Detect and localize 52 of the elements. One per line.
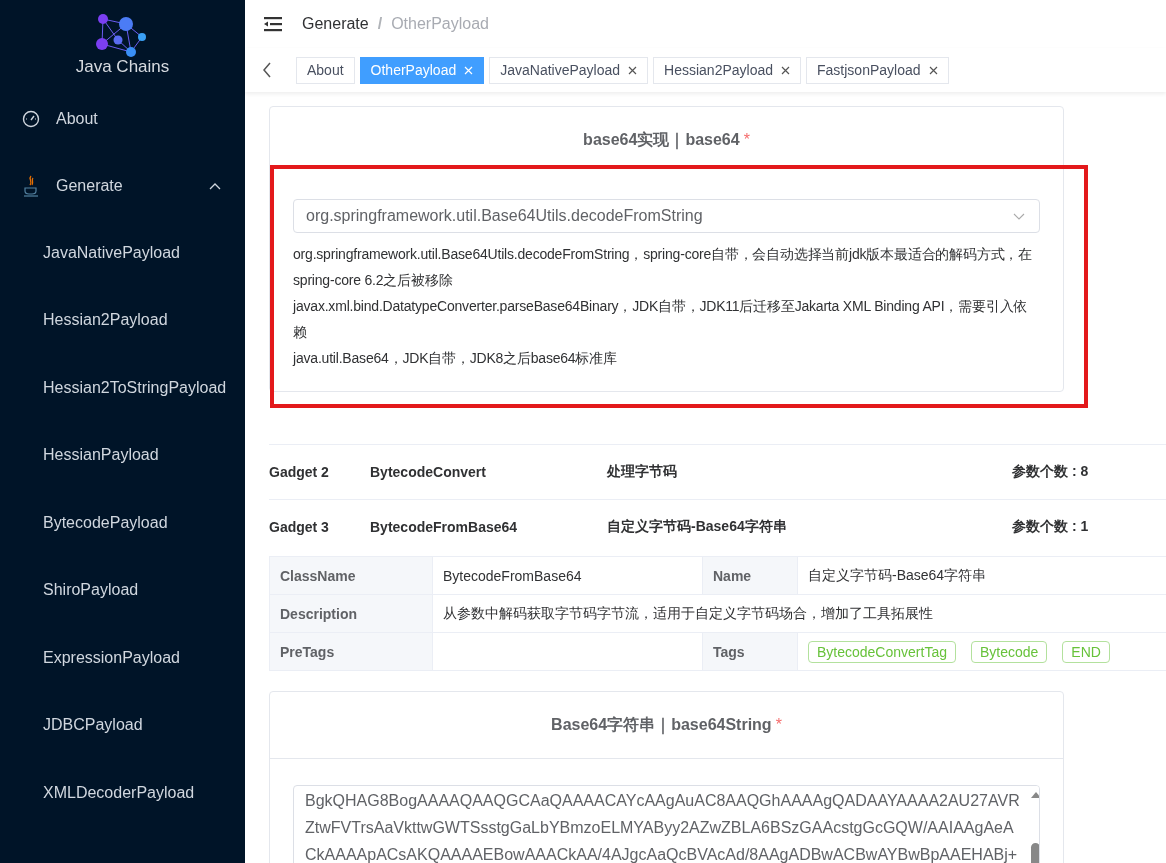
table-cell: 从参数中解码获取字节码字节流，适用于自定义字节码场合，增加了工具拓展性 [432,595,1166,632]
parameter-count: 参数个数 : 1 [1012,518,1089,536]
breadcrumb-item: OtherPayload [391,15,489,33]
tab[interactable]: JavaNativePayload [489,56,649,84]
sidebar-item[interactable]: ExpressionPayload [0,624,245,692]
gadget-name: BytecodeConvert [370,464,487,480]
close-icon[interactable] [781,65,791,75]
table-label-cell: PreTags [269,633,432,670]
tab[interactable]: Hessian2Payload [653,56,802,84]
table-label-cell: Description [269,595,432,632]
breadcrumb-separator: / [377,15,383,33]
table-cell: 自定义字节码-Base64字符串 [797,557,1166,594]
sidebar-item[interactable]: Hessian2Payload [0,286,245,354]
tag: Bytecode [970,640,1048,663]
breadcrumb-item[interactable]: Generate [302,15,369,33]
tag: BytecodeConvertTag [808,640,956,663]
sidebar-item[interactable]: About [0,85,245,152]
sidebar-item[interactable]: JavaNativePayload [0,219,245,287]
tag: END [1062,640,1110,663]
table-label-cell: Name [702,557,797,594]
gadget-description: 处理字节码 [607,463,678,481]
card-title: Base64字符串｜base64String [551,714,772,736]
sidebar-item[interactable]: Hessian2ToStringPayload [0,354,245,422]
up-arrow-icon[interactable] [1029,791,1039,799]
app-title: Java Chains [75,57,170,77]
gadget-description: 自定义字节码-Base64字符串 [607,518,788,536]
menu-icon[interactable] [264,16,282,32]
sidebar-group[interactable]: Generate [0,152,245,219]
sidebar-item[interactable]: JDBCPayload [0,691,245,759]
close-icon[interactable] [928,65,938,75]
sidebar-item[interactable]: ShiroPayload [0,556,245,624]
chevron-icon [1013,212,1025,220]
card-title: base64实现｜base64 [583,129,740,151]
chevron-icon [209,181,221,190]
sidebar-item[interactable]: XMLDecoderPayload [0,759,245,827]
gadget-name: BytecodeFromBase64 [370,519,519,535]
gadget-label: Gadget 3 [269,519,330,535]
help-text: java.util.Base64，JDK自带，JDK8之后base64标准库 [293,349,618,368]
gauge-icon [22,109,40,128]
close-icon[interactable] [628,65,638,75]
tab[interactable]: FastjsonPayload [806,56,949,84]
sidebar-item[interactable]: HessianPayload [0,421,245,489]
required-mark: * [743,131,750,149]
table-label-cell: Tags [702,633,797,670]
sidebar-item[interactable]: BytecodePayload [0,489,245,557]
required-mark: * [775,716,782,734]
select-field[interactable]: org.springframework.util.Base64Utils.decodeFromString [293,199,1040,233]
table-label-cell: ClassName [269,557,432,594]
parameter-count: 参数个数 : 8 [1012,463,1089,481]
tab[interactable]: About [296,56,355,84]
coffee-cup-icon [22,174,40,197]
gadget-label: Gadget 2 [269,464,330,480]
